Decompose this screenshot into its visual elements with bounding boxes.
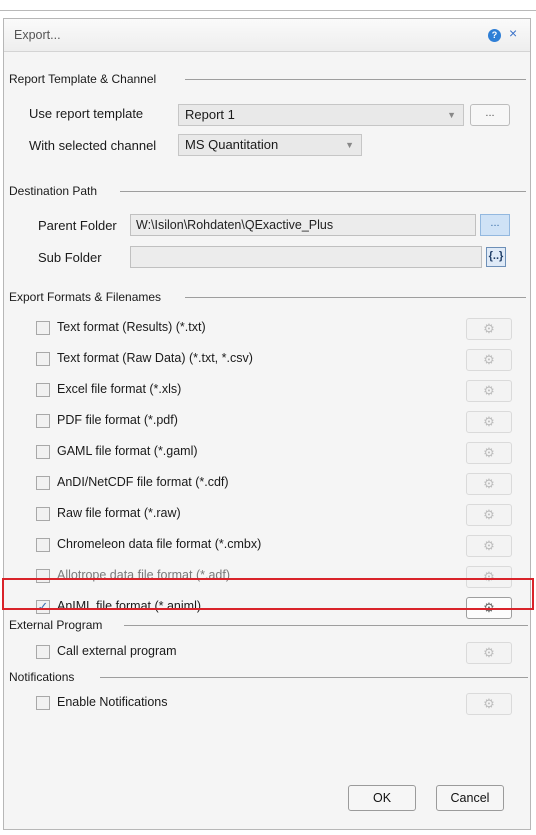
section-rule (120, 191, 526, 192)
format-settings-button[interactable]: ⚙ (466, 380, 512, 402)
format-label: Text format (Results) (*.txt) (57, 320, 206, 334)
ok-button[interactable]: OK (348, 785, 416, 811)
chevron-down-icon: ▼ (345, 140, 354, 150)
format-label: GAML file format (*.gaml) (57, 444, 198, 458)
format-label: Raw file format (*.raw) (57, 506, 181, 520)
format-settings-button[interactable]: ⚙ (466, 349, 512, 371)
template-browse-button[interactable]: ... (470, 104, 510, 126)
sub-folder-label: Sub Folder (38, 250, 102, 265)
title-bar: Export... ? × (4, 19, 530, 52)
format-checkbox[interactable] (36, 445, 50, 459)
external-program-label: Call external program (57, 644, 177, 658)
section-heading-notifications: Notifications (9, 670, 75, 684)
format-label: AnDI/NetCDF file format (*.cdf) (57, 475, 229, 489)
format-settings-button[interactable]: ⚙ (466, 411, 512, 433)
format-checkbox[interactable] (36, 321, 50, 335)
close-icon[interactable]: × (509, 25, 517, 41)
cancel-button[interactable]: Cancel (436, 785, 504, 811)
format-settings-button[interactable]: ⚙ (466, 535, 512, 557)
external-settings-button[interactable]: ⚙ (466, 642, 512, 664)
section-rule (124, 625, 528, 626)
help-icon[interactable]: ? (488, 29, 501, 42)
top-separator (0, 10, 536, 11)
section-heading-formats: Export Formats & Filenames (9, 290, 162, 304)
format-settings-button[interactable]: ⚙ (466, 442, 512, 464)
format-checkbox[interactable] (36, 507, 50, 521)
parent-folder-input[interactable]: W:\Isilon\Rohdaten\QExactive_Plus (130, 214, 476, 236)
section-rule (100, 677, 528, 678)
section-heading-external: External Program (9, 618, 103, 632)
format-checkbox[interactable] (36, 414, 50, 428)
selection-highlight (2, 578, 534, 610)
notifications-checkbox[interactable] (36, 696, 50, 710)
template-dropdown[interactable]: Report 1 ▼ (178, 104, 464, 126)
sub-folder-input[interactable] (130, 246, 482, 268)
external-program-checkbox[interactable] (36, 645, 50, 659)
format-checkbox[interactable] (36, 383, 50, 397)
format-label: Chromeleon data file format (*.cmbx) (57, 537, 262, 551)
notifications-label: Enable Notifications (57, 695, 168, 709)
section-rule (185, 297, 526, 298)
section-rule (185, 79, 526, 80)
template-label: Use report template (29, 106, 144, 121)
parent-folder-label: Parent Folder (38, 218, 117, 233)
section-heading-report: Report Template & Channel (9, 72, 157, 86)
channel-value: MS Quantitation (185, 137, 279, 152)
format-label: Text format (Raw Data) (*.txt, *.csv) (57, 351, 253, 365)
format-checkbox[interactable] (36, 352, 50, 366)
template-value: Report 1 (185, 107, 235, 122)
format-checkbox[interactable] (36, 538, 50, 552)
section-heading-destination: Destination Path (9, 184, 98, 198)
notifications-settings-button[interactable]: ⚙ (466, 693, 512, 715)
dialog-title: Export... (14, 28, 61, 42)
channel-dropdown[interactable]: MS Quantitation ▼ (178, 134, 362, 156)
format-settings-button[interactable]: ⚙ (466, 473, 512, 495)
placeholder-button[interactable]: {..} (486, 247, 506, 267)
format-label: Excel file format (*.xls) (57, 382, 182, 396)
channel-label: With selected channel (29, 138, 157, 153)
format-label: PDF file format (*.pdf) (57, 413, 178, 427)
format-checkbox[interactable] (36, 476, 50, 490)
format-settings-button[interactable]: ⚙ (466, 318, 512, 340)
format-settings-button[interactable]: ⚙ (466, 504, 512, 526)
parent-folder-browse-button[interactable]: ... (480, 214, 510, 236)
chevron-down-icon: ▼ (447, 110, 456, 120)
